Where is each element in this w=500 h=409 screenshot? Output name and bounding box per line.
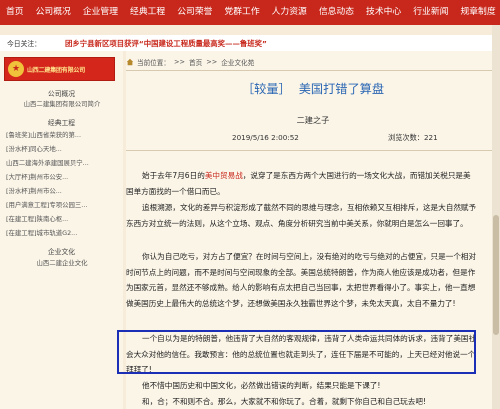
paragraph-highlighted: 一个自以为是的特朗普，他违背了大自然的客观规律，违背了人类命运共同体的诉求，违背… — [126, 334, 477, 375]
home-icon — [126, 58, 134, 66]
article-date: 2019/5/16 2:00:52 — [232, 133, 299, 142]
paragraph: 追根溯源，文化的差异与积淀形成了截然不同的思维与理念，互相依赖又互相排斥，这是大… — [126, 203, 477, 228]
nav-enterprise-management[interactable]: 企业管理 — [77, 0, 124, 25]
today-label: 今日关注： — [7, 40, 41, 48]
sidebar-item-classic[interactable]: [大厅杯]荆州市公安... — [6, 172, 118, 181]
article-author: 二建之子 — [296, 115, 330, 125]
nav-company-overview[interactable]: 公司概况 — [30, 0, 77, 25]
breadcrumb-home[interactable]: 首页 — [189, 57, 202, 67]
sidebar-group-title: 企业文化 — [47, 248, 76, 256]
nav-party-work[interactable]: 党群工作 — [218, 0, 265, 25]
nav-company-honors[interactable]: 公司荣誉 — [171, 0, 218, 25]
paragraph: 你认为自己吃亏，对方占了便宜？在时间与空间上，没有绝对的吃亏与绝对的占便宜，只是… — [126, 252, 477, 308]
view-count: 浏览次数：221 — [388, 133, 438, 143]
breadcrumb: 当前位置： >> 首页 >> 企业文化苑 — [126, 57, 258, 67]
sidebar-group-title: 公司概况 — [47, 90, 76, 98]
sidebar: ★ 山西二建集团有限公司 公司概况 山西二建集团有限公司简介 经典工程 [鲁班奖… — [0, 51, 123, 409]
breadcrumb-separator: >> — [173, 58, 186, 66]
headline-link[interactable]: 团乡宁县新区项目获评“中国建设工程质量最高奖——鲁班奖” — [41, 38, 267, 49]
sidebar-item-classic[interactable]: [鲁班奖]山西省荣获的第... — [6, 130, 118, 139]
article-title-text: 美国打错了算盘 — [298, 82, 385, 96]
sidebar-item-classic[interactable]: [在建工程]城市轨道G2... — [6, 228, 118, 237]
sidebar-item-culture[interactable]: 山西二建企业文化 — [6, 258, 118, 267]
location-label: 当前位置： — [137, 59, 170, 67]
top-nav: 首页 公司概况 企业管理 经典工程 公司荣誉 党群工作 人力资源 信息动态 技术… — [0, 0, 500, 25]
sidebar-item-classic[interactable]: [汾水杯]同心天地... — [6, 144, 118, 153]
nav-industry-news[interactable]: 行业新闻 — [407, 0, 454, 25]
scrollbar-thumb[interactable] — [493, 215, 499, 335]
views-label: 浏览次数： — [388, 133, 424, 142]
paragraph: 始于去年7月6日的美中贸易战，说穿了是东西方两个大国进行的一场文化大战，而错加关… — [126, 171, 471, 196]
nav-regulations[interactable]: 规章制度 — [454, 0, 500, 25]
nav-home[interactable]: 首页 — [0, 0, 30, 25]
trade-war-link[interactable]: 美中贸易战 — [205, 171, 243, 180]
views-value: 221 — [423, 133, 438, 142]
logo-text: 山西二建集团有限公司 — [27, 66, 86, 74]
sidebar-group-title: 经典工程 — [47, 119, 76, 127]
main-content: 当前位置： >> 首页 >> 企业文化苑 ［较量］ 美国打错了算盘 二建之子 20… — [126, 51, 500, 409]
vertical-scrollbar[interactable] — [492, 25, 500, 409]
nav-classic-projects[interactable]: 经典工程 — [124, 0, 171, 25]
divider — [126, 70, 500, 71]
nav-tech-center[interactable]: 技术中心 — [360, 0, 407, 25]
article-title: ［较量］ 美国打错了算盘 — [126, 79, 500, 97]
divider — [126, 150, 500, 151]
breadcrumb-separator: >> — [206, 58, 218, 66]
article-category: ［较量］ — [241, 82, 291, 96]
sidebar-item-classic[interactable]: [用户满意工程]专项公园三... — [6, 200, 118, 209]
company-logo: ★ 山西二建集团有限公司 — [4, 57, 115, 81]
sidebar-item-classic[interactable]: 山西二建海外承建国展贝宁... — [6, 158, 118, 167]
emblem-icon: ★ — [8, 61, 24, 77]
sidebar-item-classic[interactable]: [汾水杯]荆州市公... — [6, 186, 118, 195]
breadcrumb-culture[interactable]: 企业文化苑 — [221, 57, 254, 67]
sidebar-item-classic[interactable]: [在建工程]陕南心枢... — [6, 214, 118, 223]
paragraph: 他不惜中国历史和中国文化，必然做出错误的判断，结果只能是下课了! — [142, 381, 381, 390]
sidebar-item-company-intro[interactable]: 山西二建集团有限公司简介 — [6, 99, 118, 108]
announcement-bar: 今日关注： 团乡宁县新区项目获评“中国建设工程质量最高奖——鲁班奖” — [0, 35, 500, 51]
nav-human-resources[interactable]: 人力资源 — [266, 0, 313, 25]
nav-news[interactable]: 信息动态 — [313, 0, 360, 25]
paragraph: 和，合；不和则不合。那么，大家就不和你玩了。合着，就剩下你自己和自己玩去吧! — [142, 397, 427, 406]
